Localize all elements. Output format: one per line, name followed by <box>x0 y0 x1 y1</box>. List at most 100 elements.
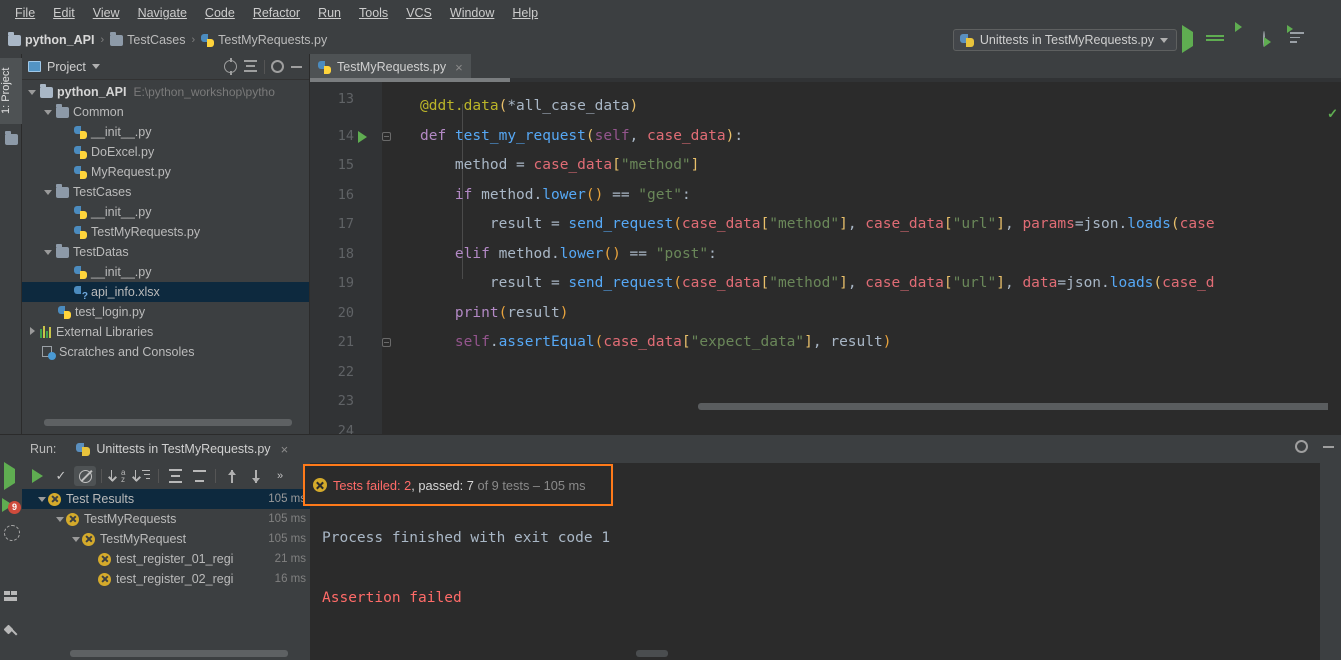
code-line-14: 14 @ddt.data(*all_case_data) <box>310 92 1341 144</box>
tree-item-common[interactable]: Common <box>22 102 309 122</box>
chevron-down-icon[interactable] <box>72 536 80 542</box>
run-tool-window-header: Run: Unittests in TestMyRequests.py × <box>22 435 1341 463</box>
fold-marker-icon[interactable] <box>382 131 391 141</box>
test-row-label: test_register_01_regi <box>116 552 234 566</box>
menu-item-code[interactable]: Code <box>196 3 244 23</box>
console-horizontal-scrollbar[interactable] <box>636 650 668 657</box>
sort-by-duration-icon[interactable] <box>131 466 153 486</box>
code-lines: 13 14 @ddt.data(*all_case_data) 15 def t… <box>310 78 1341 439</box>
editor-top-scroll[interactable] <box>310 78 1341 82</box>
run-icon[interactable] <box>4 462 19 490</box>
tree-item-scratches[interactable]: Scratches and Consoles <box>22 342 309 362</box>
debug-icon[interactable] <box>1209 32 1225 48</box>
chevron-down-icon[interactable] <box>28 89 36 95</box>
tree-item-test-login[interactable]: test_login.py <box>22 302 309 322</box>
tree-item-label: DoExcel.py <box>91 145 155 159</box>
test-row-test-results[interactable]: Test Results 105 ms <box>22 489 310 509</box>
tree-item-api-info-xlsx[interactable]: api_info.xlsx <box>22 282 309 302</box>
editor-horizontal-scrollbar[interactable] <box>698 403 1341 410</box>
chevron-down-icon[interactable] <box>44 189 52 195</box>
menu-item-navigate[interactable]: Navigate <box>129 3 196 23</box>
tree-item-doexcel[interactable]: DoExcel.py <box>22 142 309 162</box>
next-failed-icon[interactable] <box>245 466 267 486</box>
breadcrumb-folder[interactable]: TestCases <box>110 31 185 47</box>
rerun-failed-icon[interactable]: 9 <box>2 497 21 514</box>
more-icon[interactable]: » <box>269 466 291 486</box>
editor-tab-testmyrequests[interactable]: TestMyRequests.py × <box>310 54 471 78</box>
menu-item-edit[interactable]: Edit <box>44 3 84 23</box>
settings-gear-icon[interactable] <box>271 60 284 73</box>
stop-icon[interactable] <box>1317 32 1333 48</box>
test-failed-icon <box>82 532 95 546</box>
test-tree-horizontal-scrollbar[interactable] <box>70 650 288 657</box>
chevron-down-icon[interactable] <box>44 249 52 255</box>
tree-item-testcases[interactable]: TestCases <box>22 182 309 202</box>
stop-icon[interactable] <box>4 561 19 576</box>
tree-item-common-init[interactable]: __init__.py <box>22 122 309 142</box>
sidebar-item-project[interactable]: 1: Project <box>0 58 22 124</box>
tree-item-testmyrequests[interactable]: TestMyRequests.py <box>22 222 309 242</box>
chevron-down-icon[interactable] <box>91 64 100 69</box>
hide-icon[interactable] <box>290 60 303 73</box>
breadcrumb-file[interactable]: TestMyRequests.py <box>201 33 327 47</box>
breadcrumb-separator-2: › <box>191 34 196 46</box>
sort-alphabetically-icon[interactable]: az <box>107 466 129 486</box>
run-with-coverage-icon[interactable] <box>1236 32 1252 48</box>
collapse-all-icon[interactable] <box>243 59 258 74</box>
close-icon[interactable]: × <box>455 60 463 75</box>
tree-item-external-libraries[interactable]: External Libraries <box>22 322 309 342</box>
show-passed-icon[interactable]: ✓ <box>50 466 72 486</box>
menu-item-tools[interactable]: Tools <box>350 3 397 23</box>
code-area[interactable]: 13 14 @ddt.data(*all_case_data) 15 def t… <box>310 78 1341 458</box>
chevron-down-icon[interactable] <box>56 516 64 522</box>
code-text: @ddt.data(*all_case_data) <box>420 98 639 114</box>
test-row-test-register-02[interactable]: test_register_02_regi 16 ms <box>22 569 310 589</box>
run-icon[interactable] <box>1182 25 1198 53</box>
tree-item-myrequest[interactable]: MyRequest.py <box>22 162 309 182</box>
toggle-auto-test-icon[interactable] <box>4 525 19 540</box>
test-row-testmyrequests[interactable]: TestMyRequests 105 ms <box>22 509 310 529</box>
chevron-down-icon[interactable] <box>44 109 52 115</box>
chevron-down-icon[interactable] <box>38 496 46 502</box>
profile-icon[interactable] <box>1263 31 1279 48</box>
rerun-icon[interactable] <box>26 466 48 486</box>
previous-failed-icon[interactable] <box>221 466 243 486</box>
tree-item-python-api[interactable]: python_API E:\python_workshop\pytho <box>22 82 309 102</box>
breadcrumb-project[interactable]: python_API <box>8 31 94 47</box>
collapse-all-icon[interactable] <box>188 466 210 486</box>
locate-icon[interactable] <box>224 58 237 75</box>
tree-item-testcases-init[interactable]: __init__.py <box>22 202 309 222</box>
run-tool-window: Run: Unittests in TestMyRequests.py × 9 <box>0 434 1341 660</box>
chevron-right-icon[interactable] <box>29 327 35 335</box>
expand-all-icon[interactable] <box>164 466 186 486</box>
code-text: print(result) <box>454 304 569 321</box>
hide-ignored-icon[interactable] <box>74 466 96 486</box>
test-row-test-register-01[interactable]: test_register_01_regi 21 ms <box>22 549 310 569</box>
menu-item-view[interactable]: View <box>84 3 129 23</box>
close-icon[interactable]: × <box>281 442 289 457</box>
layout-icon[interactable] <box>4 591 19 606</box>
run-dashboard-icon[interactable] <box>1290 32 1306 48</box>
console-line: Process finished with exit code 1 <box>322 530 611 546</box>
tree-item-testdatas[interactable]: TestDatas <box>22 242 309 262</box>
test-failed-icon <box>98 552 111 566</box>
pin-icon[interactable] <box>4 625 19 640</box>
test-row-testmyrequest[interactable]: TestMyRequest 105 ms <box>22 529 310 549</box>
tree-item-testdatas-init[interactable]: __init__.py <box>22 262 309 282</box>
menu-item-refactor[interactable]: Refactor <box>244 3 309 23</box>
settings-gear-icon[interactable] <box>1295 440 1308 453</box>
chevron-down-icon <box>1160 37 1168 43</box>
menu-item-window[interactable]: Window <box>441 3 503 23</box>
project-horizontal-scrollbar[interactable] <box>44 419 292 426</box>
run-configuration-selector[interactable]: Unittests in TestMyRequests.py <box>952 29 1177 51</box>
menu-label-view: View <box>92 6 120 20</box>
run-gutter-icon[interactable] <box>358 130 367 143</box>
run-tab[interactable]: Unittests in TestMyRequests.py × <box>76 442 288 457</box>
menu-item-vcs[interactable]: VCS <box>397 3 441 23</box>
menu-item-run[interactable]: Run <box>309 3 350 23</box>
menu-item-file[interactable]: File <box>6 3 44 23</box>
hide-icon[interactable] <box>1322 440 1335 453</box>
menu-item-help[interactable]: Help <box>503 3 547 23</box>
fold-marker-icon[interactable] <box>382 338 391 347</box>
editor-marker-bar[interactable]: ✓ <box>1327 102 1341 458</box>
